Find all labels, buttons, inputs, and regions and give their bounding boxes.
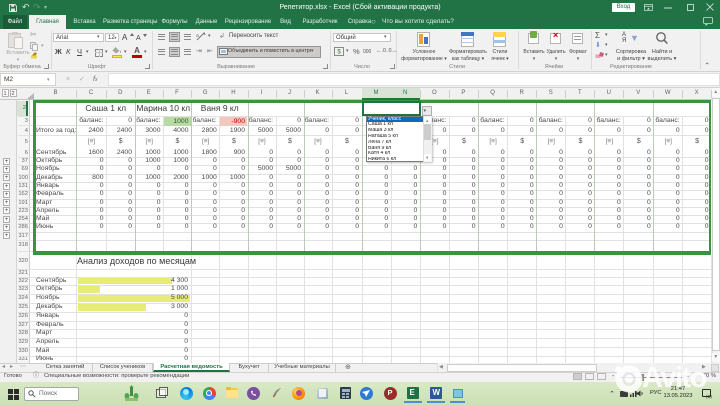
svg-text:a: a (196, 33, 199, 39)
svg-text:$: $ (337, 50, 341, 56)
